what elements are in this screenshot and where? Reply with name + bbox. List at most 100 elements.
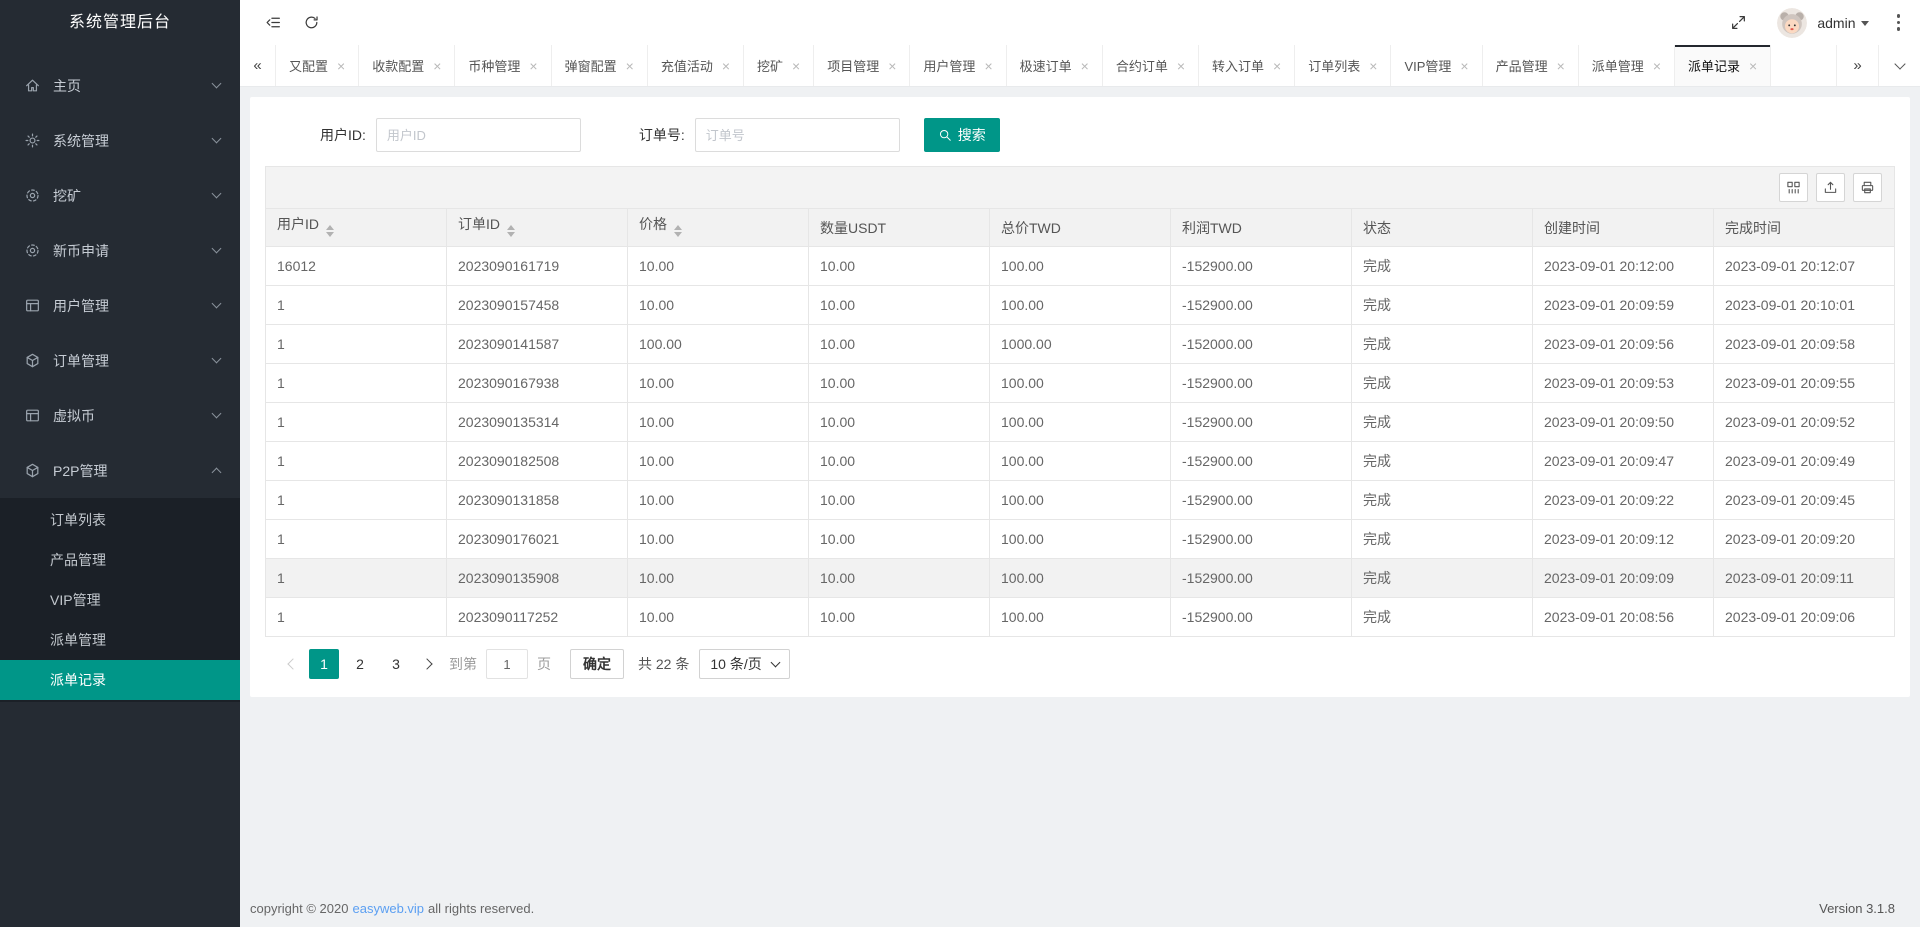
column-header[interactable]: 利润TWD bbox=[1171, 209, 1352, 247]
page-button-1[interactable]: 1 bbox=[309, 649, 339, 679]
user-id-input[interactable] bbox=[376, 118, 581, 152]
sidebar-item-orders[interactable]: 订单管理 bbox=[0, 333, 240, 388]
table-cell: 2023090131858 bbox=[447, 481, 628, 520]
column-header[interactable]: 创建时间 bbox=[1533, 209, 1714, 247]
tab-close-icon[interactable]: × bbox=[1081, 59, 1089, 73]
table-cell: 完成 bbox=[1352, 442, 1533, 481]
tab[interactable]: 派单管理 × bbox=[1579, 45, 1675, 86]
easyweb-link[interactable]: easyweb.vip bbox=[352, 901, 424, 916]
tab[interactable]: 挖矿 × bbox=[744, 45, 814, 86]
sort-icon[interactable] bbox=[326, 221, 334, 241]
column-header[interactable]: 用户ID bbox=[266, 209, 447, 247]
tab[interactable]: 合约订单 × bbox=[1103, 45, 1199, 86]
more-menu-button[interactable] bbox=[1891, 8, 1907, 37]
tab-close-icon[interactable]: × bbox=[984, 59, 992, 73]
page-button-2[interactable]: 2 bbox=[345, 649, 375, 679]
tab[interactable]: 极速订单 × bbox=[1007, 45, 1103, 86]
column-header[interactable]: 价格 bbox=[628, 209, 809, 247]
tab-close-icon[interactable]: × bbox=[1653, 59, 1661, 73]
tab[interactable]: 转入订单 × bbox=[1199, 45, 1295, 86]
tab-close-icon[interactable]: × bbox=[1369, 59, 1377, 73]
table-row[interactable]: 1202309017602110.0010.00100.00-152900.00… bbox=[266, 520, 1895, 559]
search-button[interactable]: 搜索 bbox=[924, 118, 1000, 152]
tab-close-icon[interactable]: × bbox=[792, 59, 800, 73]
column-header[interactable]: 完成时间 bbox=[1714, 209, 1895, 247]
sort-icon[interactable] bbox=[507, 221, 515, 241]
table-cell: 10.00 bbox=[628, 520, 809, 559]
tab[interactable]: 订单列表 × bbox=[1295, 45, 1391, 86]
sidebar-subitem-dispatch[interactable]: 派单管理 bbox=[0, 620, 240, 660]
table-cell: 完成 bbox=[1352, 520, 1533, 559]
tab[interactable]: 充值活动 × bbox=[648, 45, 744, 86]
table-row[interactable]: 1202309018250810.0010.00100.00-152900.00… bbox=[266, 442, 1895, 481]
table-row[interactable]: 1202309011725210.0010.00100.00-152900.00… bbox=[266, 598, 1895, 637]
columns-button[interactable] bbox=[1779, 173, 1808, 202]
tab-close-icon[interactable]: × bbox=[626, 59, 634, 73]
tab[interactable]: 用户管理 × bbox=[910, 45, 1006, 86]
tab[interactable]: 产品管理 × bbox=[1483, 45, 1579, 86]
sidebar-subitem-order-list[interactable]: 订单列表 bbox=[0, 500, 240, 540]
tab-close-icon[interactable]: × bbox=[1177, 59, 1185, 73]
username: admin bbox=[1817, 15, 1855, 31]
column-header[interactable]: 状态 bbox=[1352, 209, 1533, 247]
chevron-icon bbox=[212, 134, 222, 144]
column-header[interactable]: 总价TWD bbox=[990, 209, 1171, 247]
sidebar-item-system[interactable]: 系统管理 bbox=[0, 113, 240, 168]
table-row[interactable]: 1202309016793810.0010.00100.00-152900.00… bbox=[266, 364, 1895, 403]
tab-close-icon[interactable]: × bbox=[1749, 59, 1757, 73]
sidebar-item-mining[interactable]: 挖矿 bbox=[0, 168, 240, 223]
table-row[interactable]: 1202309013590810.0010.00100.00-152900.00… bbox=[266, 559, 1895, 598]
collapse-button[interactable] bbox=[254, 0, 292, 45]
table-row[interactable]: 16012202309016171910.0010.00100.00-15290… bbox=[266, 247, 1895, 286]
chevron-icon bbox=[212, 244, 222, 254]
goto-page-input[interactable] bbox=[486, 649, 528, 679]
tab-close-icon[interactable]: × bbox=[1557, 59, 1565, 73]
sort-icon[interactable] bbox=[674, 221, 682, 241]
tab-close-icon[interactable]: × bbox=[1460, 59, 1468, 73]
goto-confirm-button[interactable]: 确定 bbox=[570, 649, 624, 679]
table-cell: 2023090135908 bbox=[447, 559, 628, 598]
tab[interactable]: 又配置 × bbox=[276, 45, 359, 86]
sidebar-subitem-vip[interactable]: VIP管理 bbox=[0, 580, 240, 620]
column-header[interactable]: 订单ID bbox=[447, 209, 628, 247]
tabs-scroll-right-button[interactable]: » bbox=[1836, 45, 1878, 86]
sidebar-item-home[interactable]: 主页 bbox=[0, 58, 240, 113]
tab-close-icon[interactable]: × bbox=[1273, 59, 1281, 73]
sidebar-item-users[interactable]: 用户管理 bbox=[0, 278, 240, 333]
sidebar-item-p2p[interactable]: P2P管理 bbox=[0, 443, 240, 498]
export-button[interactable] bbox=[1816, 173, 1845, 202]
fullscreen-button[interactable] bbox=[1719, 0, 1757, 45]
tab-close-icon[interactable]: × bbox=[337, 59, 345, 73]
refresh-button[interactable] bbox=[292, 0, 330, 45]
page-size-select[interactable]: 10 条/页 bbox=[699, 649, 789, 679]
tabs-scroll-left-button[interactable]: « bbox=[240, 45, 276, 86]
tab[interactable]: 项目管理 × bbox=[814, 45, 910, 86]
table-cell: 10.00 bbox=[628, 598, 809, 637]
tab[interactable]: 币种管理 × bbox=[455, 45, 551, 86]
tab-close-icon[interactable]: × bbox=[888, 59, 896, 73]
sidebar-item-vcoin[interactable]: 虚拟币 bbox=[0, 388, 240, 443]
tab-close-icon[interactable]: × bbox=[722, 59, 730, 73]
tab[interactable]: VIP管理 × bbox=[1391, 45, 1482, 86]
table-cell: 2023-09-01 20:09:06 bbox=[1714, 598, 1895, 637]
next-page-button[interactable] bbox=[414, 649, 440, 679]
sidebar-item-newcoin[interactable]: 新币申请 bbox=[0, 223, 240, 278]
table-row[interactable]: 12023090141587100.0010.001000.00-152000.… bbox=[266, 325, 1895, 364]
tab[interactable]: 派单记录 × bbox=[1675, 45, 1771, 86]
prev-page-button[interactable] bbox=[280, 649, 306, 679]
tab-close-icon[interactable]: × bbox=[433, 59, 441, 73]
table-row[interactable]: 1202309013185810.0010.00100.00-152900.00… bbox=[266, 481, 1895, 520]
print-button[interactable] bbox=[1853, 173, 1882, 202]
tab-close-icon[interactable]: × bbox=[529, 59, 537, 73]
sidebar-subitem-dispatch-records[interactable]: 派单记录 bbox=[0, 660, 240, 700]
table-row[interactable]: 1202309015745810.0010.00100.00-152900.00… bbox=[266, 286, 1895, 325]
page-button-3[interactable]: 3 bbox=[381, 649, 411, 679]
tab[interactable]: 收款配置 × bbox=[359, 45, 455, 86]
tab[interactable]: 弹窗配置 × bbox=[552, 45, 648, 86]
order-no-input[interactable] bbox=[695, 118, 900, 152]
tabs-dropdown-button[interactable] bbox=[1878, 45, 1920, 86]
table-row[interactable]: 1202309013531410.0010.00100.00-152900.00… bbox=[266, 403, 1895, 442]
sidebar-subitem-product[interactable]: 产品管理 bbox=[0, 540, 240, 580]
column-header[interactable]: 数量USDT bbox=[809, 209, 990, 247]
user-menu[interactable]: admin bbox=[1777, 8, 1868, 38]
